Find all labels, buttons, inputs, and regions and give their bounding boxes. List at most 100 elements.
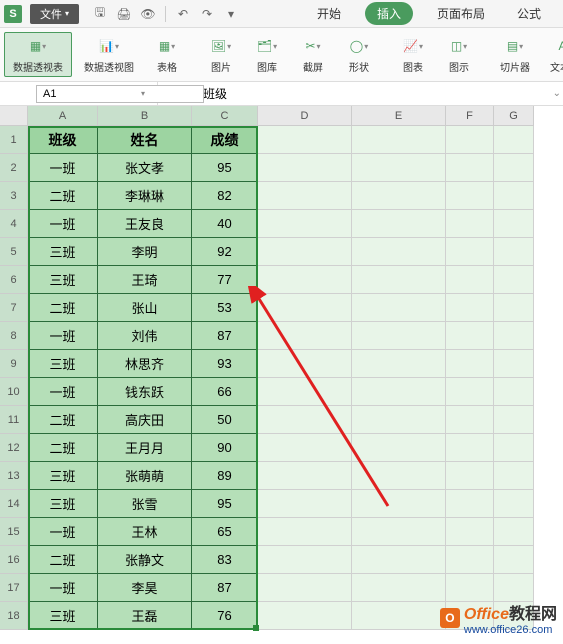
cell[interactable] <box>446 406 494 434</box>
cell[interactable]: 王林 <box>98 518 192 546</box>
cell[interactable] <box>494 518 534 546</box>
ribbon-pivot-table[interactable]: ▦▾数据透视表 <box>4 32 72 77</box>
column-header[interactable]: C <box>192 106 258 126</box>
cell[interactable] <box>258 322 352 350</box>
cell[interactable]: 一班 <box>28 518 98 546</box>
cell[interactable]: 成绩 <box>192 126 258 154</box>
cell[interactable] <box>258 378 352 406</box>
cell[interactable] <box>494 406 534 434</box>
redo-icon[interactable]: ↷ <box>200 7 214 21</box>
ribbon-table[interactable]: ▦▾表格 <box>146 33 188 76</box>
ribbon-chart[interactable]: 📈▾图表 <box>392 33 434 76</box>
cell[interactable] <box>446 126 494 154</box>
cell[interactable]: 83 <box>192 546 258 574</box>
cell[interactable] <box>446 350 494 378</box>
save-icon[interactable]: 🖫 <box>93 7 107 21</box>
cell[interactable] <box>494 210 534 238</box>
ribbon-slicer[interactable]: ▤▾切片器 <box>492 33 538 76</box>
cell[interactable] <box>352 210 446 238</box>
cell[interactable] <box>352 322 446 350</box>
cell[interactable]: 张雪 <box>98 490 192 518</box>
tab-page-layout[interactable]: 页面布局 <box>429 1 493 26</box>
cell[interactable]: 93 <box>192 350 258 378</box>
cell[interactable] <box>446 434 494 462</box>
ribbon-shapes[interactable]: ◯▾形状 <box>338 33 380 76</box>
column-header[interactable]: E <box>352 106 446 126</box>
cell[interactable]: 三班 <box>28 602 98 630</box>
cell[interactable] <box>494 378 534 406</box>
select-all-corner[interactable] <box>0 106 28 126</box>
cell[interactable] <box>446 518 494 546</box>
cell[interactable] <box>494 350 534 378</box>
row-header[interactable]: 4 <box>0 210 28 238</box>
cell[interactable] <box>352 602 446 630</box>
cell[interactable]: 高庆田 <box>98 406 192 434</box>
cell[interactable]: 二班 <box>28 406 98 434</box>
formula-input[interactable] <box>199 87 563 101</box>
cell[interactable] <box>352 574 446 602</box>
cell[interactable]: 班级 <box>28 126 98 154</box>
cell[interactable] <box>352 462 446 490</box>
cell[interactable]: 一班 <box>28 154 98 182</box>
cell[interactable]: 张文孝 <box>98 154 192 182</box>
cell[interactable]: 92 <box>192 238 258 266</box>
row-header[interactable]: 8 <box>0 322 28 350</box>
ribbon-pivot-chart[interactable]: 📊▾数据透视图 <box>76 33 142 76</box>
cell[interactable]: 三班 <box>28 238 98 266</box>
cell[interactable] <box>352 294 446 322</box>
cell[interactable] <box>446 462 494 490</box>
cell[interactable] <box>258 154 352 182</box>
cell[interactable] <box>446 322 494 350</box>
cells-area[interactable]: 班级姓名成绩一班张文孝95二班李琳琳82一班王友良40三班李明92三班王琦77二… <box>28 126 534 630</box>
row-header[interactable]: 17 <box>0 574 28 602</box>
ribbon-gallery[interactable]: 🗂▾图库 <box>246 33 288 76</box>
cell[interactable] <box>352 182 446 210</box>
dropdown-icon[interactable]: ▾ <box>224 7 238 21</box>
ribbon-picture[interactable]: 🖼▾图片 <box>200 33 242 76</box>
cell[interactable]: 89 <box>192 462 258 490</box>
print-icon[interactable]: 🖨 <box>117 7 131 21</box>
cell[interactable]: 王友良 <box>98 210 192 238</box>
cell[interactable]: 李琳琳 <box>98 182 192 210</box>
row-header[interactable]: 1 <box>0 126 28 154</box>
tab-insert[interactable]: 插入 <box>365 2 413 25</box>
cell[interactable]: 87 <box>192 574 258 602</box>
cell[interactable] <box>258 518 352 546</box>
preview-icon[interactable]: 👁 <box>141 7 155 21</box>
undo-icon[interactable]: ↶ <box>176 7 190 21</box>
cell[interactable]: 三班 <box>28 490 98 518</box>
cell[interactable]: 二班 <box>28 546 98 574</box>
cell[interactable] <box>446 294 494 322</box>
cell[interactable] <box>258 434 352 462</box>
cell[interactable] <box>352 126 446 154</box>
cell[interactable] <box>258 294 352 322</box>
ribbon-screenshot[interactable]: ✂▾截屏 <box>292 33 334 76</box>
cell[interactable] <box>352 518 446 546</box>
cell[interactable] <box>258 490 352 518</box>
cell[interactable] <box>494 154 534 182</box>
cell[interactable] <box>352 238 446 266</box>
row-header[interactable]: 2 <box>0 154 28 182</box>
row-header[interactable]: 13 <box>0 462 28 490</box>
cell[interactable]: 钱东跃 <box>98 378 192 406</box>
cell[interactable] <box>258 126 352 154</box>
cell[interactable]: 二班 <box>28 182 98 210</box>
cell[interactable] <box>258 266 352 294</box>
row-header[interactable]: 16 <box>0 546 28 574</box>
cell[interactable]: 林思齐 <box>98 350 192 378</box>
ribbon-smartart[interactable]: ◫▾图示 <box>438 33 480 76</box>
cell[interactable]: 三班 <box>28 266 98 294</box>
expand-icon[interactable]: ⌄ <box>553 88 561 99</box>
row-header[interactable]: 12 <box>0 434 28 462</box>
cell[interactable] <box>352 490 446 518</box>
cell[interactable]: 王月月 <box>98 434 192 462</box>
row-header[interactable]: 5 <box>0 238 28 266</box>
cell[interactable] <box>352 378 446 406</box>
cell[interactable] <box>494 322 534 350</box>
column-header[interactable]: F <box>446 106 494 126</box>
cell[interactable] <box>494 182 534 210</box>
row-header[interactable]: 6 <box>0 266 28 294</box>
cell[interactable] <box>494 546 534 574</box>
row-header[interactable]: 14 <box>0 490 28 518</box>
cell[interactable] <box>446 490 494 518</box>
